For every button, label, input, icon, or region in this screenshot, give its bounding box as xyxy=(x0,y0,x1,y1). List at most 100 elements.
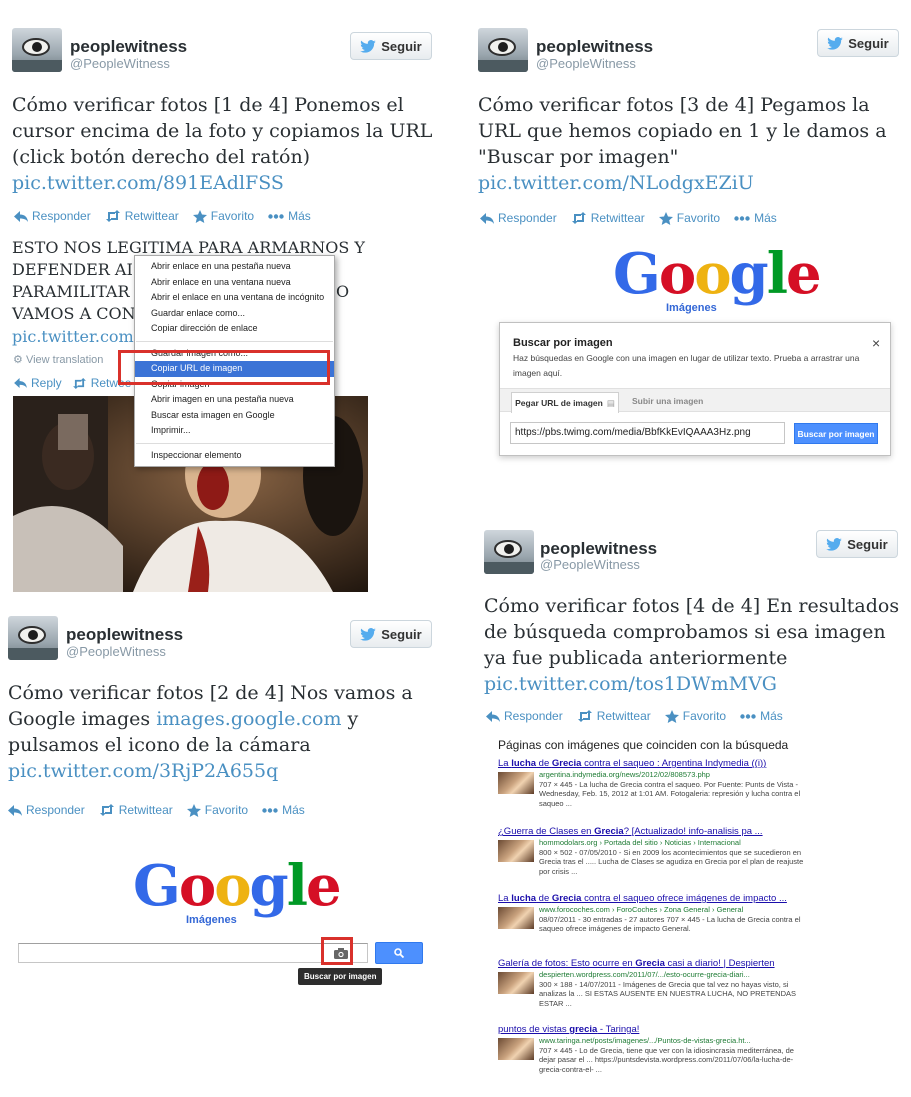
more-button[interactable]: Más xyxy=(740,709,783,723)
avatar[interactable] xyxy=(8,616,58,660)
highlight-box xyxy=(321,937,353,965)
follow-button[interactable]: Seguir xyxy=(350,32,432,60)
menu-save-link[interactable]: Guardar enlace como... xyxy=(135,306,334,322)
username[interactable]: peoplewitness xyxy=(540,539,657,559)
menu-open-new-window[interactable]: Abrir enlace en una ventana nueva xyxy=(135,275,334,291)
quoted-reply-button[interactable]: Reply xyxy=(14,376,62,390)
quoted-line-2: DEFENDER AI xyxy=(12,260,133,279)
search-result: La lucha de Grecia contra el saqueo : Ar… xyxy=(498,758,808,808)
retweet-button[interactable]: Retwittear xyxy=(105,209,179,223)
quoted-actions: Reply Retwee xyxy=(14,376,131,390)
search-by-image-button[interactable]: Buscar por imagen xyxy=(794,423,878,444)
reply-button[interactable]: Responder xyxy=(480,211,557,225)
follow-button[interactable]: Seguir xyxy=(350,620,432,648)
search-input[interactable] xyxy=(18,943,368,963)
username[interactable]: peoplewitness xyxy=(536,37,653,57)
reply-icon xyxy=(8,804,22,816)
search-button[interactable] xyxy=(375,942,423,964)
tweet-actions: Responder Retwittear Favorito Más xyxy=(8,803,305,817)
follow-label: Seguir xyxy=(848,35,889,51)
favorite-label: Favorito xyxy=(210,209,255,223)
reply-button[interactable]: Responder xyxy=(486,709,563,723)
avatar[interactable] xyxy=(478,28,528,72)
search-result: puntos de vistas grecia - Taringa! www.t… xyxy=(498,1024,808,1074)
result-thumbnail[interactable] xyxy=(498,972,534,994)
result-url[interactable]: hommodolars.org › Portada del sitio › No… xyxy=(539,838,808,848)
reply-icon xyxy=(486,710,500,722)
view-translation[interactable]: ⚙ View translation xyxy=(13,353,103,366)
result-thumbnail[interactable] xyxy=(498,907,534,929)
result-thumbnail[interactable] xyxy=(498,840,534,862)
tweet-photo-link[interactable]: pic.twitter.com/tos1DWmMVG xyxy=(484,673,777,695)
star-icon xyxy=(192,209,207,223)
menu-copy-link[interactable]: Copiar dirección de enlace xyxy=(135,321,334,337)
favorite-button[interactable]: Favorito xyxy=(192,209,255,223)
dialog-tabs: Pegar URL de imagen ▤ Subir una imagen xyxy=(500,388,890,413)
tweet-photo-link[interactable]: pic.twitter.com/891EAdlFSS xyxy=(12,172,284,194)
favorite-button[interactable]: Favorito xyxy=(658,211,720,225)
retweet-button[interactable]: Retwittear xyxy=(99,803,173,817)
quoted-line-4: VAMOS A CON xyxy=(12,304,136,323)
result-url[interactable]: argentina.indymedia.org/news/2012/02/808… xyxy=(539,770,808,780)
twitter-bird-icon xyxy=(360,627,377,641)
result-url[interactable]: www.taringa.net/posts/imagenes/.../Punto… xyxy=(539,1036,808,1046)
quoted-reply-label: Reply xyxy=(31,376,62,390)
reply-label: Responder xyxy=(26,803,85,817)
star-icon xyxy=(186,803,201,817)
result-thumbnail[interactable] xyxy=(498,772,534,794)
retweet-icon xyxy=(72,377,86,389)
more-label: Más xyxy=(288,209,311,223)
more-dots-icon xyxy=(734,215,750,221)
retweet-button[interactable]: Retwittear xyxy=(577,709,651,723)
more-label: Más xyxy=(282,803,305,817)
favorite-button[interactable]: Favorito xyxy=(664,709,726,723)
retweet-button[interactable]: Retwittear xyxy=(571,211,645,225)
username[interactable]: peoplewitness xyxy=(66,625,183,645)
avatar[interactable] xyxy=(12,28,62,72)
menu-inspect[interactable]: Inspeccionar elemento xyxy=(135,448,334,464)
tweet-photo-link[interactable]: pic.twitter.com/NLodgxEZiU xyxy=(478,172,754,194)
follow-label: Seguir xyxy=(847,536,888,552)
retweet-icon xyxy=(99,804,114,816)
result-url[interactable]: www.forocoches.com › ForoCoches › Zona G… xyxy=(539,905,808,915)
menu-search-image-google[interactable]: Buscar esta imagen en Google xyxy=(135,408,334,424)
retweet-label: Retwittear xyxy=(118,803,173,817)
result-title-link[interactable]: Galería de fotos: Esto ocurre en Grecia … xyxy=(498,958,808,969)
result-title-link[interactable]: La lucha de Grecia contra el saqueo : Ar… xyxy=(498,758,808,769)
twitter-bird-icon xyxy=(826,537,843,551)
tweet-actions: Responder Retwittear Favorito Más xyxy=(486,709,783,723)
quoted-link[interactable]: pic.twitter.com, xyxy=(12,326,139,348)
favorite-button[interactable]: Favorito xyxy=(186,803,248,817)
follow-button[interactable]: Seguir xyxy=(816,530,898,558)
retweet-label: Retwittear xyxy=(596,709,651,723)
avatar[interactable] xyxy=(484,530,534,574)
tab-paste-url[interactable]: Pegar URL de imagen ▤ xyxy=(511,392,619,413)
result-title-link[interactable]: La lucha de Grecia contra el saqueo ofre… xyxy=(498,893,808,904)
result-snippet: 800 × 502 - 07/05/2010 - Si en 2009 los … xyxy=(539,847,804,876)
more-button[interactable]: Más xyxy=(268,209,311,223)
menu-open-image-tab[interactable]: Abrir imagen en una pestaña nueva xyxy=(135,392,334,408)
result-thumbnail[interactable] xyxy=(498,1038,534,1060)
menu-open-incognito[interactable]: Abrir el enlace en una ventana de incógn… xyxy=(135,290,334,306)
result-title-link[interactable]: puntos de vistas grecia - Taringa! xyxy=(498,1024,808,1035)
tab-upload-image[interactable]: Subir una imagen xyxy=(632,396,703,406)
tweet-actions: Responder Retwittear Favorito Más xyxy=(14,209,311,223)
google-images-link[interactable]: images.google.com xyxy=(156,708,341,730)
reply-button[interactable]: Responder xyxy=(8,803,85,817)
more-dots-icon xyxy=(262,807,278,813)
result-title-link[interactable]: ¿Guerra de Clases en Grecia? [Actualizad… xyxy=(498,826,808,837)
tweet-photo-link[interactable]: pic.twitter.com/3RjP2A655q xyxy=(8,760,278,782)
more-button[interactable]: Más xyxy=(262,803,305,817)
search-by-image-dialog: Buscar por imagen × Haz búsquedas en Goo… xyxy=(499,322,891,456)
reply-icon xyxy=(14,210,28,222)
reply-button[interactable]: Responder xyxy=(14,209,91,223)
menu-open-new-tab[interactable]: Abrir enlace en una pestaña nueva xyxy=(135,259,334,275)
username[interactable]: peoplewitness xyxy=(70,37,187,57)
menu-print[interactable]: Imprimir... xyxy=(135,423,334,439)
more-button[interactable]: Más xyxy=(734,211,777,225)
close-icon[interactable]: × xyxy=(872,335,880,351)
image-url-input[interactable]: https://pbs.twimg.com/media/BbfKkEvIQAAA… xyxy=(510,422,785,444)
tweet-text: Cómo verificar fotos [2 de 4] Nos vamos … xyxy=(8,680,448,784)
follow-button[interactable]: Seguir xyxy=(817,29,899,57)
result-url[interactable]: despierten.wordpress.com/2011/07/.../est… xyxy=(539,970,808,980)
